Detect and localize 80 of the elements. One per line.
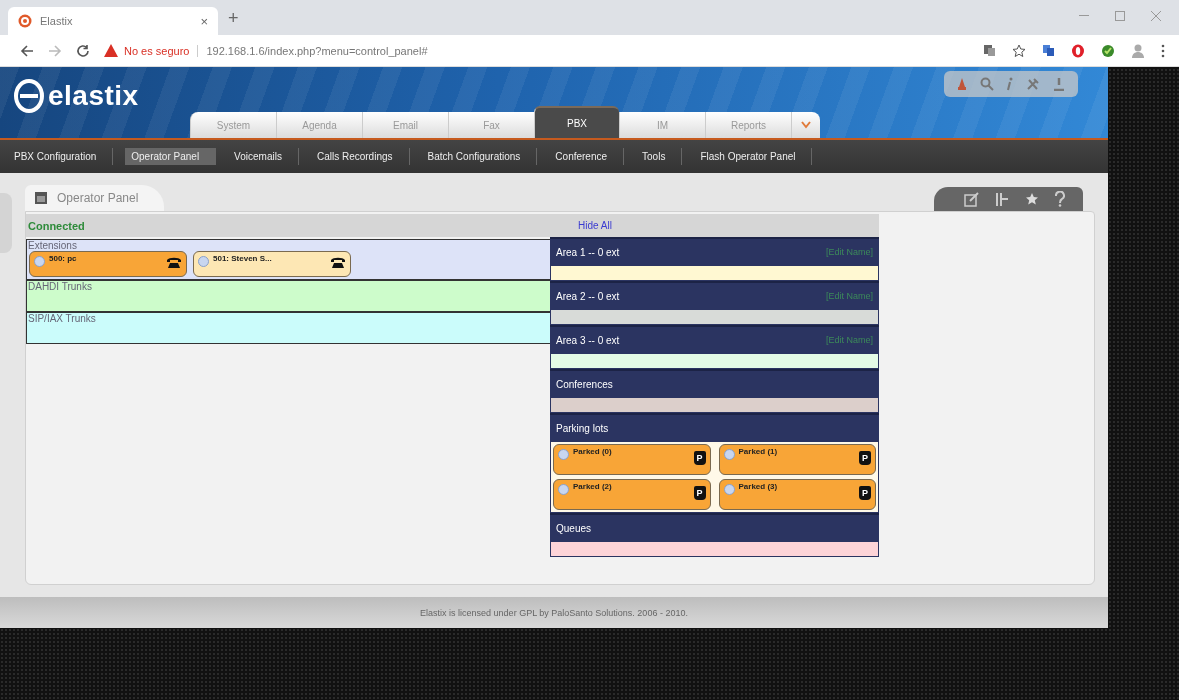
slot-label: Parked (0)	[573, 447, 613, 456]
submenu-item[interactable]: Calls Recordings	[310, 148, 410, 165]
star-icon[interactable]	[1025, 192, 1039, 206]
parking-slot[interactable]: Parked (1) P	[718, 444, 876, 475]
logo-icon	[14, 79, 44, 113]
area-title: Area 2 -- 0 ext	[556, 290, 620, 302]
parking-badge: P	[693, 486, 706, 500]
extension-card[interactable]: 501: Steven S...	[193, 251, 351, 277]
panel-icon	[35, 192, 47, 204]
opera-icon[interactable]	[1071, 43, 1085, 58]
group-title: Extensions	[27, 240, 78, 251]
warning-icon	[104, 44, 118, 57]
area-title: Queues	[556, 522, 592, 534]
area-title: Area 1 -- 0 ext	[556, 246, 620, 258]
profile-icon[interactable]	[1131, 42, 1145, 59]
info-icon	[558, 484, 569, 495]
column-icon[interactable]	[995, 191, 1009, 207]
tab-title: Elastix	[40, 15, 74, 27]
submenu-item[interactable]: PBX Configuration	[8, 148, 114, 165]
extension-icon[interactable]	[1042, 44, 1055, 57]
help-icon[interactable]	[1055, 191, 1065, 207]
submenu-item[interactable]: Batch Configurations	[421, 148, 538, 165]
hide-all-link[interactable]: Hide All	[578, 220, 612, 231]
info-icon	[723, 449, 735, 460]
extension-label: 501: Steven S...	[213, 254, 273, 263]
minimize-icon[interactable]	[1079, 15, 1089, 17]
tools-icon[interactable]	[1026, 77, 1040, 91]
close-icon[interactable]	[1151, 11, 1161, 21]
reload-icon[interactable]	[76, 43, 90, 58]
search-icon[interactable]	[980, 77, 994, 91]
group-title: DAHDI Trunks	[27, 281, 93, 292]
parking-slot[interactable]: Parked (0) P	[553, 444, 711, 475]
maximize-icon[interactable]	[1115, 11, 1125, 21]
panel-tab[interactable]: Operator Panel	[25, 185, 165, 211]
info-icon	[34, 256, 45, 267]
edit-icon[interactable]	[964, 191, 979, 207]
parking-badge: P	[859, 486, 871, 500]
parking-slot[interactable]: Parked (2) P	[553, 479, 711, 510]
area-title: Conferences	[556, 378, 613, 390]
slot-label: Parked (2)	[573, 482, 613, 491]
submenu-item[interactable]: Conference	[549, 148, 625, 165]
info-icon	[723, 484, 735, 495]
parking-badge: P	[859, 451, 871, 465]
browser-tab[interactable]: Elastix ×	[8, 7, 218, 35]
more-tabs-button[interactable]	[791, 112, 820, 138]
menu-tab[interactable]: PBX	[534, 106, 619, 138]
new-tab-button[interactable]: +	[228, 8, 239, 29]
area-title: Area 3 -- 0 ext	[556, 334, 620, 346]
extension-icon[interactable]	[1101, 43, 1115, 58]
security-label[interactable]: No es seguro	[124, 44, 199, 57]
extension-card[interactable]: 500: pc	[29, 251, 187, 277]
extension-label: 500: pc	[49, 254, 78, 263]
chevron-icon	[801, 121, 811, 129]
phone-icon	[166, 256, 182, 269]
forward-icon[interactable]	[48, 43, 62, 58]
submenu-item[interactable]: Tools	[636, 148, 683, 165]
slot-label: Parked (3)	[738, 482, 779, 491]
phone-icon	[330, 256, 346, 269]
translate-icon[interactable]	[983, 44, 996, 57]
group-title: SIP/IAX Trunks	[27, 313, 97, 324]
parking-slot[interactable]: Parked (3) P	[718, 479, 876, 510]
logo-text: elastix	[48, 80, 139, 112]
info-icon	[198, 256, 209, 267]
star-icon[interactable]	[1012, 43, 1026, 58]
slot-label: Parked (1)	[738, 447, 779, 456]
parking-badge: P	[693, 451, 706, 465]
back-icon[interactable]	[20, 43, 34, 58]
info-icon[interactable]	[1006, 77, 1014, 91]
submenu-item[interactable]: Operator Panel	[125, 148, 217, 165]
menu-icon[interactable]	[1161, 43, 1165, 58]
info-icon	[558, 449, 569, 460]
panel-title: Operator Panel	[57, 191, 139, 205]
footer-text: Elastix is licensed under GPL by PaloSanto Solutions. 2006 - 2010.	[420, 607, 688, 618]
close-tab-button[interactable]: ×	[200, 13, 208, 29]
submenu-item[interactable]: Voicemails	[228, 148, 299, 165]
submenu-item[interactable]: Flash Operator Panel	[694, 148, 813, 165]
area-title: Parking lots	[556, 422, 609, 434]
url-field[interactable]: 192.168.1.6/index.php?menu=control_panel#	[206, 44, 428, 57]
connection-status: Connected	[27, 219, 86, 232]
app-logo-icon	[18, 14, 32, 28]
